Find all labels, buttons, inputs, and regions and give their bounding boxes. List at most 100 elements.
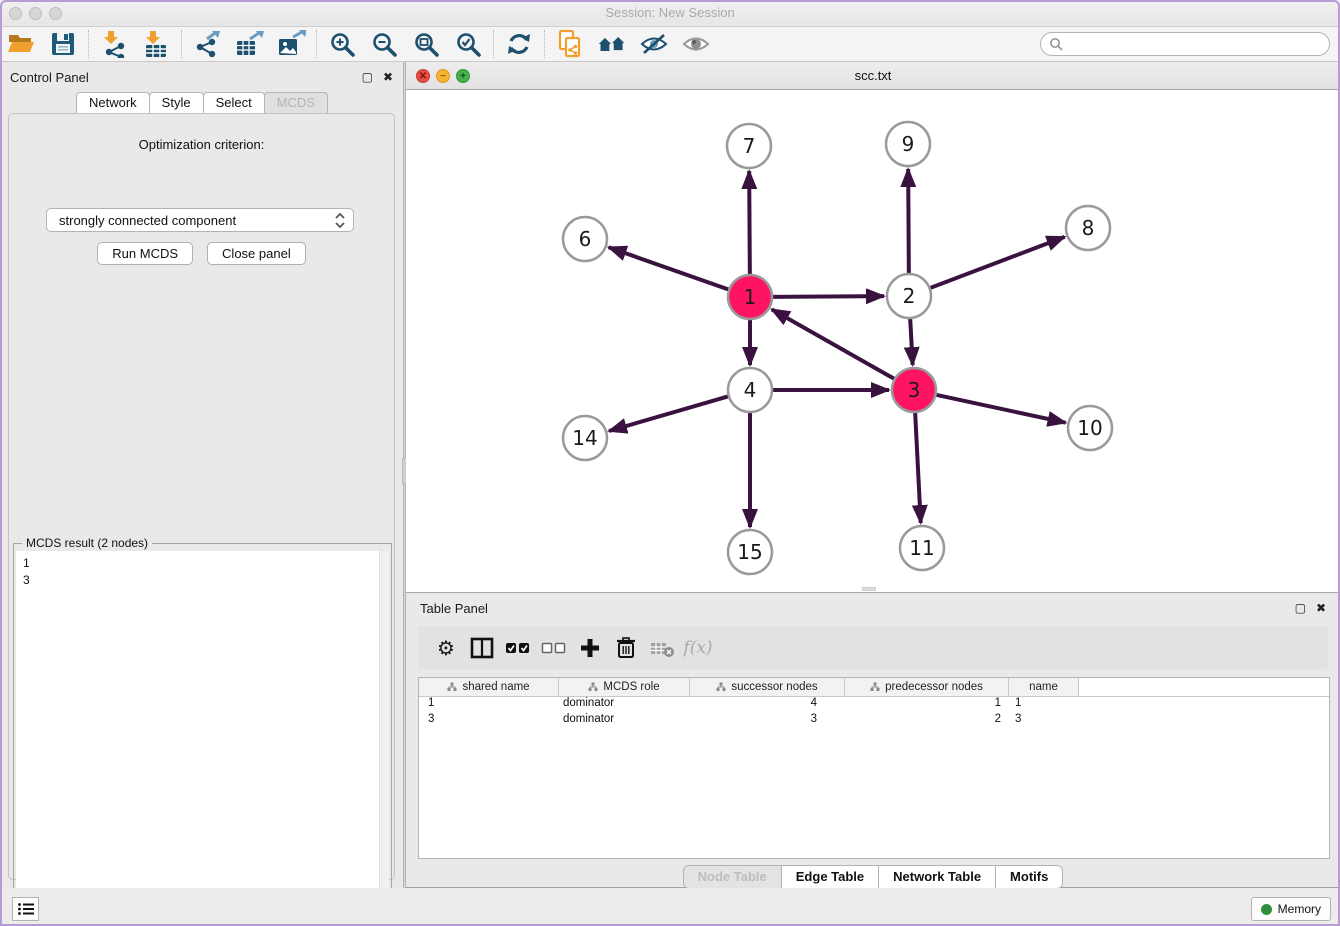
table-settings-icon[interactable]: ⚙ xyxy=(428,630,464,666)
edge-1-7[interactable] xyxy=(749,171,750,275)
node-6[interactable]: 6 xyxy=(563,217,607,261)
network-graph[interactable]: 1 2 3 4 6 7 8 9 10 11 14 15 xyxy=(406,90,1340,592)
window-title: Session: New Session xyxy=(0,5,1340,20)
column-header-predecessor-nodes[interactable]: predecessor nodes xyxy=(845,678,1009,696)
import-network-icon[interactable] xyxy=(99,29,129,59)
edge-3-1[interactable] xyxy=(772,309,895,379)
table-cell[interactable]: dominator xyxy=(559,713,690,729)
duplicate-network-icon[interactable] xyxy=(555,29,585,59)
table-cell[interactable]: 2 xyxy=(845,713,1009,729)
zoom-in-icon[interactable] xyxy=(327,29,357,59)
table-tabs: Node Table Edge Table Network Table Moti… xyxy=(406,865,1340,889)
edge-2-9[interactable] xyxy=(908,169,909,274)
toolbar-separator xyxy=(316,30,317,58)
delete-row-icon[interactable] xyxy=(608,630,644,666)
table-row[interactable]: 1dominator411 xyxy=(419,697,1329,713)
save-session-icon[interactable] xyxy=(48,29,78,59)
node-1[interactable]: 1 xyxy=(728,275,772,319)
memory-status-icon xyxy=(1261,904,1272,915)
edge-2-8[interactable] xyxy=(930,237,1065,288)
table-cell[interactable]: 1 xyxy=(419,697,559,713)
column-header-shared-name[interactable]: shared name xyxy=(419,678,559,696)
table-cell[interactable]: 3 xyxy=(1009,713,1079,729)
mcds-result-text[interactable]: 13 xyxy=(16,551,389,919)
edge-4-14[interactable] xyxy=(609,396,729,431)
run-mcds-button[interactable]: Run MCDS xyxy=(97,242,193,265)
first-neighbors-icon[interactable] xyxy=(597,29,627,59)
column-header-successor-nodes[interactable]: successor nodes xyxy=(690,678,845,696)
shared-column-icon xyxy=(447,682,457,692)
table-cell[interactable]: dominator xyxy=(559,697,690,713)
network-canvas[interactable]: 1 2 3 4 6 7 8 9 10 11 14 15 xyxy=(406,90,1340,592)
open-session-icon[interactable] xyxy=(6,29,36,59)
node-2[interactable]: 2 xyxy=(887,274,931,318)
network-title: scc.txt xyxy=(406,68,1340,83)
tab-network-table[interactable]: Network Table xyxy=(879,865,996,889)
control-panel-close-icon[interactable]: ✖ xyxy=(383,70,393,84)
export-network-icon[interactable] xyxy=(192,29,222,59)
node-3[interactable]: 3 xyxy=(892,368,936,412)
toolbar-separator xyxy=(88,30,89,58)
node-14[interactable]: 14 xyxy=(563,416,607,460)
task-history-button[interactable] xyxy=(12,897,39,921)
zoom-selected-icon[interactable] xyxy=(453,29,483,59)
column-header-name[interactable]: name xyxy=(1009,678,1079,696)
hide-selected-icon[interactable] xyxy=(639,29,669,59)
edge-1-6[interactable] xyxy=(609,247,730,289)
tab-select[interactable]: Select xyxy=(203,92,265,113)
table-row[interactable]: 3dominator323 xyxy=(419,713,1329,729)
refresh-icon[interactable] xyxy=(504,29,534,59)
node-4[interactable]: 4 xyxy=(728,368,772,412)
tab-network[interactable]: Network xyxy=(76,92,150,113)
svg-text:11: 11 xyxy=(909,536,934,560)
control-panel-float-icon[interactable]: ▢ xyxy=(362,70,373,84)
search-box[interactable] xyxy=(1040,32,1330,56)
table-cell[interactable]: 4 xyxy=(690,697,845,713)
table-cell[interactable]: 3 xyxy=(419,713,559,729)
memory-button[interactable]: Memory xyxy=(1251,897,1331,921)
window-titlebar: Session: New Session xyxy=(0,0,1340,27)
shared-column-icon xyxy=(716,682,726,692)
search-input[interactable] xyxy=(1067,37,1329,51)
export-image-icon[interactable] xyxy=(276,29,306,59)
column-header-mcds-role[interactable]: MCDS role xyxy=(559,678,690,696)
zoom-out-icon[interactable] xyxy=(369,29,399,59)
zoom-fit-icon[interactable] xyxy=(411,29,441,59)
delete-table-icon xyxy=(644,630,680,666)
table-panel-close-icon[interactable]: ✖ xyxy=(1316,601,1326,615)
show-columns-icon[interactable] xyxy=(464,630,500,666)
edge-3-10[interactable] xyxy=(936,395,1066,423)
close-panel-button[interactable]: Close panel xyxy=(207,242,306,265)
edge-1-2[interactable] xyxy=(772,296,884,297)
edge-3-11[interactable] xyxy=(915,412,921,523)
node-11[interactable]: 11 xyxy=(900,526,944,570)
tab-mcds[interactable]: MCDS xyxy=(264,92,328,113)
node-7[interactable]: 7 xyxy=(727,124,771,168)
table-toolbar: ⚙ f(x) xyxy=(418,626,1328,669)
edge-2-3[interactable] xyxy=(910,318,913,365)
node-8[interactable]: 8 xyxy=(1066,206,1110,250)
tab-node-table[interactable]: Node Table xyxy=(683,865,782,889)
svg-text:15: 15 xyxy=(737,540,762,564)
node-15[interactable]: 15 xyxy=(728,530,772,574)
tab-edge-table[interactable]: Edge Table xyxy=(782,865,879,889)
shared-column-icon xyxy=(870,682,880,692)
table-panel-float-icon[interactable]: ▢ xyxy=(1295,601,1306,615)
tab-style[interactable]: Style xyxy=(149,92,204,113)
import-table-icon[interactable] xyxy=(141,29,171,59)
deselect-all-icon[interactable] xyxy=(536,630,572,666)
optimization-criterion-select[interactable]: strongly connected component xyxy=(46,208,354,232)
table-panel-title: Table Panel xyxy=(420,601,488,616)
select-all-icon[interactable] xyxy=(500,630,536,666)
add-row-icon[interactable] xyxy=(572,630,608,666)
table-cell[interactable]: 3 xyxy=(690,713,845,729)
table-cell[interactable]: 1 xyxy=(845,697,1009,713)
result-scrollbar[interactable] xyxy=(379,551,389,919)
node-10[interactable]: 10 xyxy=(1068,406,1112,450)
network-resize-grip[interactable] xyxy=(862,587,876,591)
node-9[interactable]: 9 xyxy=(886,122,930,166)
show-all-icon[interactable] xyxy=(681,29,711,59)
tab-motifs[interactable]: Motifs xyxy=(996,865,1063,889)
table-cell[interactable]: 1 xyxy=(1009,697,1079,713)
export-table-icon[interactable] xyxy=(234,29,264,59)
